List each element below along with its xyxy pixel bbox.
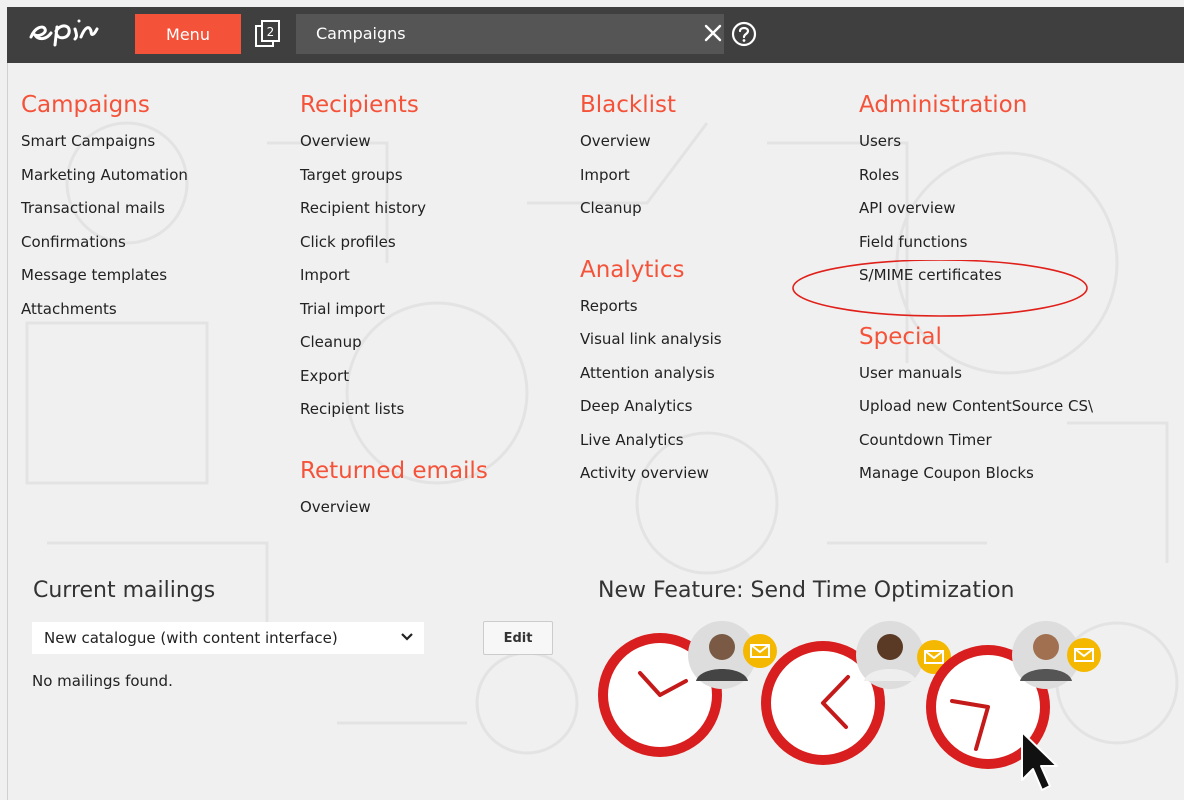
- epi-logo[interactable]: [29, 17, 119, 51]
- edit-button[interactable]: Edit: [483, 621, 553, 655]
- menu-column-1: Campaigns Smart Campaigns Marketing Auto…: [21, 85, 188, 326]
- menu-item-export[interactable]: Export: [300, 360, 488, 394]
- section-list-recipients: Overview Target groups Recipient history…: [300, 125, 488, 427]
- mail-icon: [743, 634, 777, 668]
- no-mailings-text: No mailings found.: [32, 672, 173, 690]
- avatar: [856, 621, 924, 689]
- search-input[interactable]: Campaigns: [296, 14, 724, 54]
- section-list-blacklist: Overview Import Cleanup: [580, 125, 722, 226]
- menu-item-target-groups[interactable]: Target groups: [300, 159, 488, 193]
- open-windows-count: 2: [267, 25, 275, 39]
- section-list-returned-emails: Overview: [300, 491, 488, 525]
- menu-item-blacklist-import[interactable]: Import: [580, 159, 722, 193]
- menu-item-api-overview[interactable]: API overview: [859, 192, 1177, 226]
- menu-item-returned-overview[interactable]: Overview: [300, 491, 488, 525]
- close-icon[interactable]: [703, 23, 723, 47]
- section-list-campaigns: Smart Campaigns Marketing Automation Tra…: [21, 125, 188, 326]
- section-title-administration: Administration: [859, 92, 1028, 118]
- menu-item-recipients-cleanup[interactable]: Cleanup: [300, 326, 488, 360]
- menu-item-recipients-import[interactable]: Import: [300, 259, 488, 293]
- menu-item-transactional-mails[interactable]: Transactional mails: [21, 192, 188, 226]
- current-mailings-title: Current mailings: [33, 578, 216, 603]
- section-list-special: User manuals Upload new ContentSource CS…: [859, 357, 1177, 491]
- highlight-ellipse: [792, 260, 1088, 317]
- menu-item-recipient-lists[interactable]: Recipient lists: [300, 393, 488, 427]
- menu-item-attachments[interactable]: Attachments: [21, 293, 188, 327]
- menu-item-reports[interactable]: Reports: [580, 290, 722, 324]
- menu-item-users[interactable]: Users: [859, 125, 1177, 159]
- menu-item-countdown-timer[interactable]: Countdown Timer: [859, 424, 1177, 458]
- menu-item-trial-import[interactable]: Trial import: [300, 293, 488, 327]
- menu-item-blacklist-cleanup[interactable]: Cleanup: [580, 192, 722, 226]
- menu-item-confirmations[interactable]: Confirmations: [21, 226, 188, 260]
- menu-column-3: Blacklist Overview Import Cleanup Analyt…: [580, 85, 722, 491]
- menu-item-smart-campaigns[interactable]: Smart Campaigns: [21, 125, 188, 159]
- menu-item-upload-contentsource[interactable]: Upload new ContentSource CS\: [859, 390, 1177, 424]
- mailing-select-value: New catalogue (with content interface): [44, 629, 338, 647]
- menu-item-recipient-history[interactable]: Recipient history: [300, 192, 488, 226]
- section-title-campaigns: Campaigns: [21, 92, 150, 118]
- menu-button[interactable]: Menu: [135, 14, 241, 54]
- section-title-returned-emails: Returned emails: [300, 457, 488, 484]
- section-title-recipients: Recipients: [300, 92, 419, 118]
- top-bar: Menu 2 Campaigns: [7, 7, 1184, 63]
- menu-item-roles[interactable]: Roles: [859, 159, 1177, 193]
- menu-item-blacklist-overview[interactable]: Overview: [580, 125, 722, 159]
- mail-icon: [1067, 638, 1101, 672]
- section-list-analytics: Reports Visual link analysis Attention a…: [580, 290, 722, 491]
- chevron-down-icon: [400, 622, 414, 666]
- menu-column-2: Recipients Overview Target groups Recipi…: [300, 85, 488, 524]
- feature-title: New Feature: Send Time Optimization: [598, 578, 1015, 603]
- mailing-select[interactable]: New catalogue (with content interface): [32, 622, 424, 654]
- section-title-analytics: Analytics: [580, 256, 685, 283]
- menu-item-live-analytics[interactable]: Live Analytics: [580, 424, 722, 458]
- menu-item-manage-coupon-blocks[interactable]: Manage Coupon Blocks: [859, 457, 1177, 491]
- menu-item-recipients-overview[interactable]: Overview: [300, 125, 488, 159]
- open-windows-icon[interactable]: 2: [255, 20, 281, 52]
- menu-item-visual-link-analysis[interactable]: Visual link analysis: [580, 323, 722, 357]
- section-title-special: Special: [859, 323, 942, 350]
- menu-item-attention-analysis[interactable]: Attention analysis: [580, 357, 722, 391]
- menu-item-marketing-automation[interactable]: Marketing Automation: [21, 159, 188, 193]
- menu-item-user-manuals[interactable]: User manuals: [859, 357, 1177, 391]
- mouse-cursor-icon: [1021, 731, 1058, 791]
- menu-item-message-templates[interactable]: Message templates: [21, 259, 188, 293]
- menu-item-click-profiles[interactable]: Click profiles: [300, 226, 488, 260]
- help-icon[interactable]: [731, 21, 757, 51]
- section-title-blacklist: Blacklist: [580, 92, 677, 118]
- menu-item-deep-analytics[interactable]: Deep Analytics: [580, 390, 722, 424]
- menu-item-activity-overview[interactable]: Activity overview: [580, 457, 722, 491]
- menu-item-field-functions[interactable]: Field functions: [859, 226, 1177, 260]
